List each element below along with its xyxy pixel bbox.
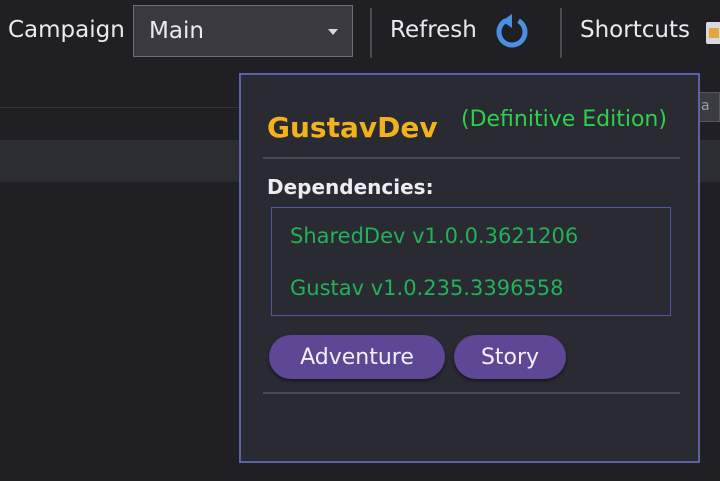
dependencies-list: SharedDev v1.0.0.3621206 Gustav v1.0.235… (271, 207, 671, 316)
campaign-label: Campaign (8, 17, 125, 43)
tag-adventure[interactable]: Adventure (269, 335, 445, 379)
dependency-item: Gustav v1.0.235.3396558 (290, 276, 564, 300)
panel-divider (0, 107, 240, 108)
dependencies-label: Dependencies: (267, 175, 434, 199)
list-row-highlight[interactable] (0, 140, 240, 182)
refresh-button[interactable]: Refresh (390, 17, 477, 43)
dependency-item: SharedDev v1.0.0.3621206 (290, 224, 579, 248)
edition-label: (Definitive Edition) (461, 107, 667, 132)
shortcut-icon[interactable] (706, 22, 720, 44)
popup-divider (263, 157, 680, 159)
toolbar-divider (370, 8, 372, 58)
campaign-select[interactable]: Main (133, 5, 353, 57)
shortcuts-button[interactable]: Shortcuts (580, 17, 690, 43)
search-field-peek-text: a (701, 98, 710, 114)
toolbar: Campaign Main Refresh Shortcuts (0, 0, 720, 68)
campaign-select-value: Main (149, 18, 204, 44)
mod-details-popup: GustavDev (Definitive Edition) Dependenc… (239, 73, 700, 463)
chevron-down-icon (328, 29, 338, 35)
refresh-icon[interactable] (493, 12, 531, 50)
toolbar-divider (560, 8, 562, 58)
popup-divider (263, 392, 680, 394)
tag-story[interactable]: Story (454, 335, 566, 379)
mod-title: GustavDev (267, 111, 438, 144)
